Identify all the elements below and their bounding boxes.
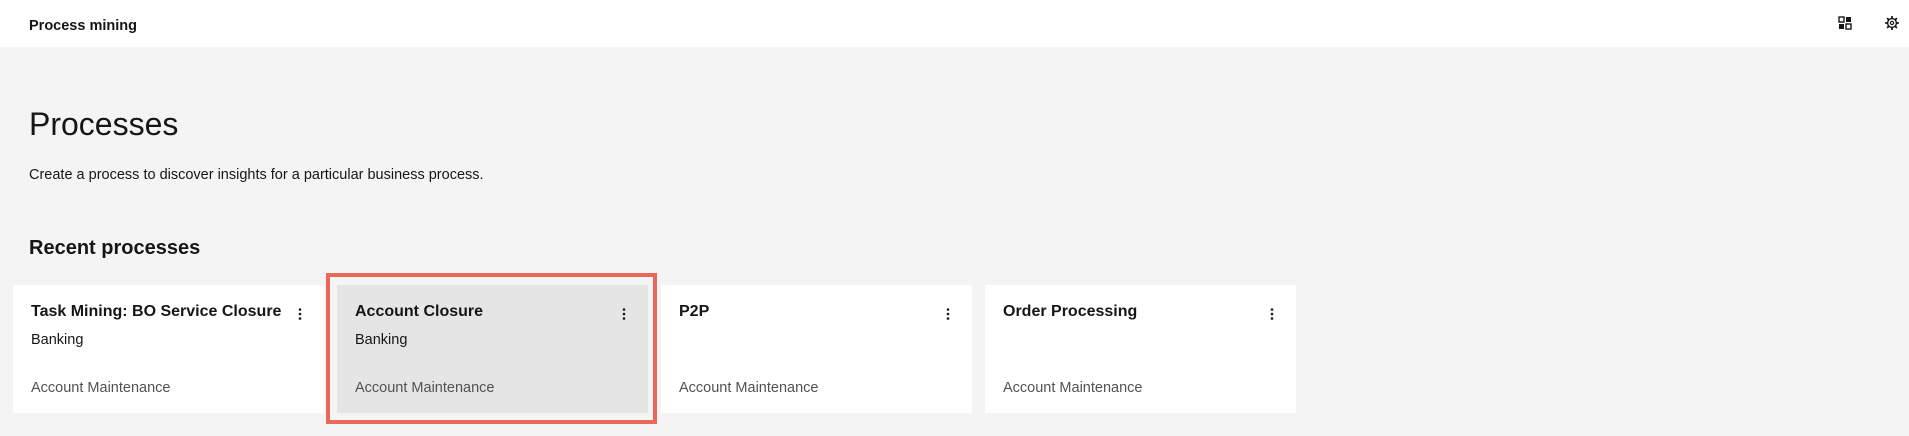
vertical-dots-glyph xyxy=(622,308,626,320)
app-switcher-glyph xyxy=(1838,16,1852,30)
process-card-type: Account Maintenance xyxy=(355,380,495,396)
process-card-title: Account Closure xyxy=(355,303,484,320)
vertical-dots-glyph xyxy=(298,308,302,320)
overflow-menu-icon[interactable] xyxy=(940,305,956,323)
app-switcher-icon[interactable] xyxy=(1834,12,1856,34)
process-card-category: Banking xyxy=(355,332,408,348)
overflow-menu-icon[interactable] xyxy=(292,305,308,323)
vertical-dots-glyph xyxy=(1270,308,1274,320)
recent-processes-heading: Recent processes xyxy=(29,237,201,259)
page-title: Processes xyxy=(29,106,179,142)
process-card-account-closure[interactable]: Account Closure Banking Account Maintena… xyxy=(337,285,648,413)
top-header: Process mining xyxy=(0,0,1909,47)
process-card-type: Account Maintenance xyxy=(31,380,171,396)
process-card-order-processing[interactable]: Order Processing Account Maintenance xyxy=(985,285,1296,413)
gear-glyph xyxy=(1885,16,1899,30)
process-card-title: P2P xyxy=(679,303,710,320)
process-card-p2p[interactable]: P2P Account Maintenance xyxy=(661,285,972,413)
process-card-title: Task Mining: BO Service Closure xyxy=(31,303,282,320)
settings-gear-icon[interactable] xyxy=(1881,12,1903,34)
overflow-menu-icon[interactable] xyxy=(1264,305,1280,323)
page-description: Create a process to discover insights fo… xyxy=(29,167,484,183)
process-card-category: Banking xyxy=(31,332,84,348)
process-card-type: Account Maintenance xyxy=(1003,380,1143,396)
process-card-title: Order Processing xyxy=(1003,303,1138,320)
app-title[interactable]: Process mining xyxy=(29,18,137,34)
process-card-type: Account Maintenance xyxy=(679,380,819,396)
vertical-dots-glyph xyxy=(946,308,950,320)
overflow-menu-icon[interactable] xyxy=(616,305,632,323)
process-card-task-mining[interactable]: Task Mining: BO Service Closure Banking … xyxy=(13,285,324,413)
